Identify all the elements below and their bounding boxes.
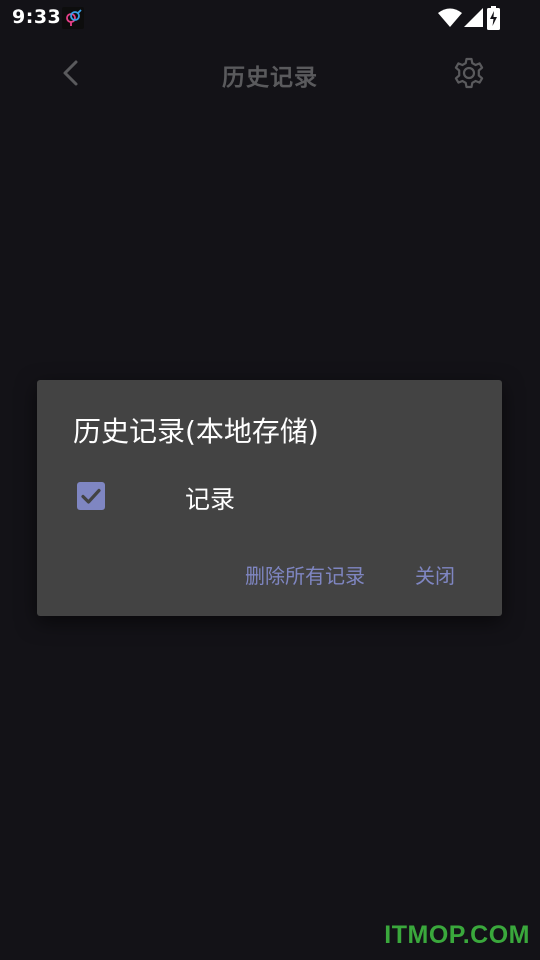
app-header: 历史记录 xyxy=(0,40,540,108)
dialog-title: 历史记录(本地存储) xyxy=(73,415,319,448)
status-time: 9:33 xyxy=(12,6,62,28)
checkmark-icon xyxy=(81,488,101,504)
status-bar: 9:33 xyxy=(0,0,540,36)
gear-icon xyxy=(450,57,488,96)
status-icons xyxy=(438,6,500,30)
delete-all-records-button[interactable]: 删除所有记录 xyxy=(245,560,365,589)
close-button[interactable]: 关闭 xyxy=(415,560,455,589)
app-notification-icon xyxy=(62,7,84,29)
record-checkbox-label: 记录 xyxy=(185,485,236,514)
wifi-icon xyxy=(438,7,462,33)
screen: 9:33 历史记录 历史记录(本地存储) 记录 删除所有记录 关闭 ITMOP.… xyxy=(0,0,540,960)
history-dialog: 历史记录(本地存储) 记录 删除所有记录 关闭 xyxy=(37,380,502,616)
record-checkbox[interactable] xyxy=(77,482,105,510)
dialog-actions: 删除所有记录 关闭 xyxy=(37,560,502,590)
watermark: ITMOP.COM xyxy=(384,921,530,949)
battery-charging-icon xyxy=(487,6,500,34)
record-checkbox-row[interactable]: 记录 xyxy=(77,480,377,514)
settings-button[interactable] xyxy=(450,54,488,92)
cell-signal-icon xyxy=(464,7,484,33)
